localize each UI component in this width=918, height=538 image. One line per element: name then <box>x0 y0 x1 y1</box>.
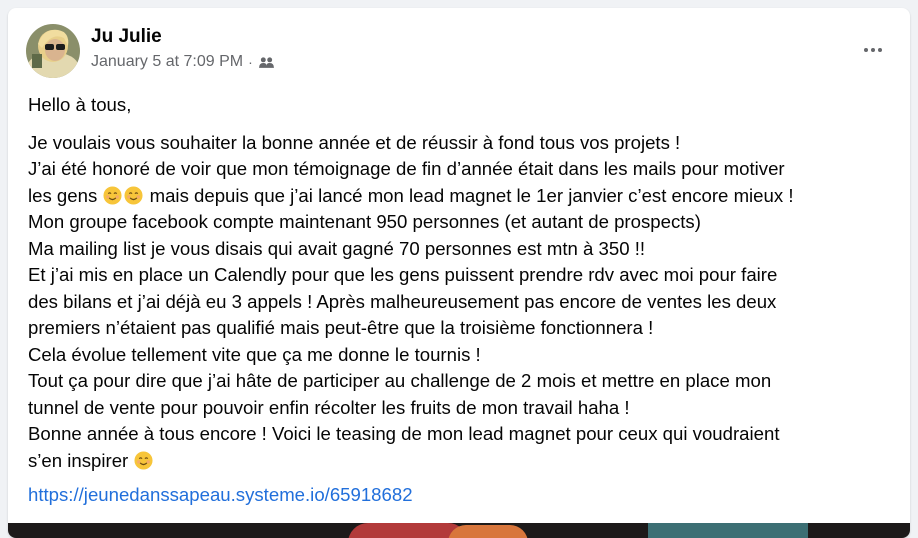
post-line: tunnel de vente pour pouvoir enfin récol… <box>28 396 630 418</box>
post-line: des bilans et j’ai déjà eu 3 appels ! Ap… <box>28 290 777 312</box>
more-options-icon[interactable] <box>858 38 888 62</box>
post-line: Tout ça pour dire que j’ai hâte de parti… <box>28 370 772 391</box>
friends-icon[interactable] <box>258 54 275 71</box>
post-line: Et j’ai mis en place un Calendly pour qu… <box>28 264 778 285</box>
post-meta: January 5 at 7:09 PM · <box>91 53 275 71</box>
meta-separator: · <box>248 54 253 70</box>
avatar[interactable] <box>26 24 80 78</box>
post-line-part: les gens <box>28 184 98 206</box>
post-line: premiers n’étaient pas qualifié mais peu… <box>28 317 654 338</box>
post-card: Ju Julie January 5 at 7:09 PM · Hello à … <box>8 8 910 538</box>
post-text: Hello à tous, Je voulais vous souhaiter … <box>28 92 900 474</box>
post-line: J’ai été honoré de voir que mon témoigna… <box>28 158 785 179</box>
post-line: Ma mailing list je vous disais qui avait… <box>28 237 646 259</box>
link-preview-image[interactable] <box>8 523 910 538</box>
post-line-with-emoji: s’en inspirer <box>28 448 900 475</box>
post-line: Bonne année à tous encore ! Voici le tea… <box>28 423 780 444</box>
post-greeting: Hello à tous, <box>28 94 132 115</box>
post-line: Cela évolue tellement vite que ça me don… <box>28 343 481 365</box>
post-line-part: s’en inspirer <box>28 449 129 471</box>
post-line-part: mais depuis que j’ai lancé mon lead magn… <box>144 184 794 206</box>
smiling-face-emoji <box>103 185 122 205</box>
smiling-face-emoji <box>124 185 143 205</box>
post-line: Mon groupe facebook compte maintenant 95… <box>28 211 701 232</box>
author-name[interactable]: Ju Julie <box>91 26 162 48</box>
smiling-face-emoji <box>134 450 153 470</box>
post-line-with-emoji: les gens mais depuis que j’ai lancé mon … <box>28 183 900 210</box>
post-timestamp[interactable]: January 5 at 7:09 PM <box>91 53 243 71</box>
post-line: Je voulais vous souhaiter la bonne année… <box>28 131 681 153</box>
post-link[interactable]: https://jeunedanssapeau.systeme.io/65918… <box>28 484 413 506</box>
